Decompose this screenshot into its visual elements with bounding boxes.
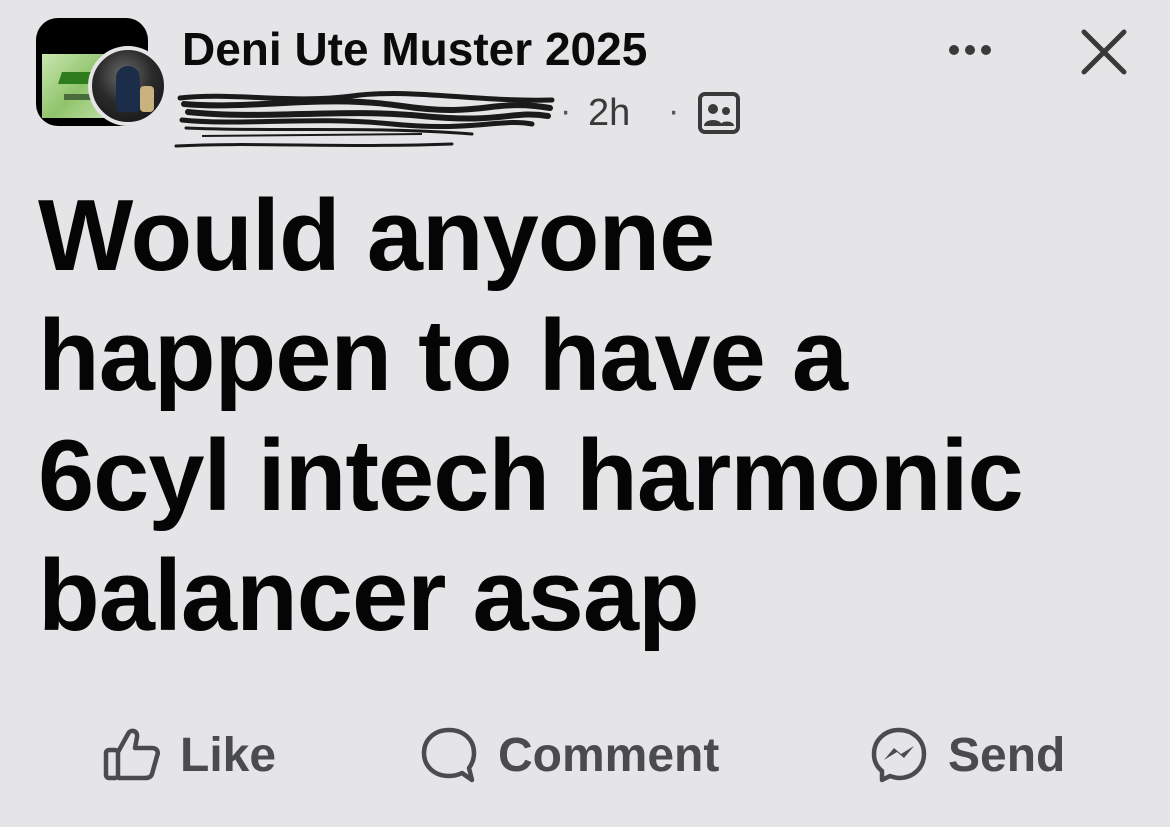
post-card: Deni Ute Muster 2025 · 2h · Would anyone… [0,0,1170,827]
post-text-line: balancer asap [38,540,700,652]
messenger-icon [871,727,927,783]
author-avatar-object [140,86,154,112]
post-meta: · 2h · [172,90,752,150]
post-timestamp[interactable]: 2h [588,92,630,135]
speech-bubble-icon [421,727,477,783]
like-label: Like [180,728,277,782]
close-icon[interactable] [1076,24,1132,80]
author-avatar-figure [116,66,140,112]
send-button[interactable]: Send [868,720,1065,790]
group-members-icon [698,92,740,134]
thumbs-up-icon [103,728,161,781]
redacted-author-name [172,90,572,150]
author-avatar[interactable] [88,46,168,126]
meta-separator: · [560,92,572,130]
meta-separator: · [668,92,680,130]
post-actions-bar: Like Comment Send [0,720,1170,790]
post-text-line: happen to have a [38,300,848,412]
like-button[interactable]: Like [100,720,276,790]
comment-button[interactable]: Comment [418,720,719,790]
send-label: Send [948,728,1066,782]
more-horizontal-icon [949,45,959,55]
post-body-text: Would anyone happen to have a 6cyl intec… [38,176,1148,656]
post-text-line: Would anyone [38,180,715,292]
group-name-link[interactable]: Deni Ute Muster 2025 [182,22,647,76]
more-options-button[interactable] [940,30,1000,70]
comment-label: Comment [498,728,720,782]
post-text-line: 6cyl intech harmonic [38,420,1024,532]
